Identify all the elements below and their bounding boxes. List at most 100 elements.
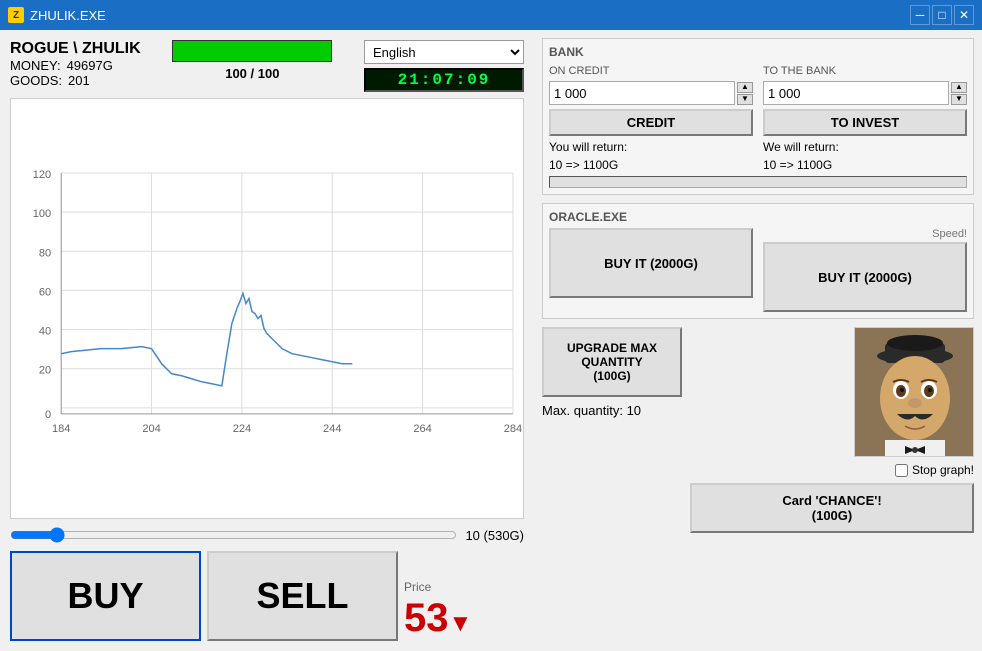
oracle-buy-button-2[interactable]: BUY IT (2000G) xyxy=(763,242,967,312)
you-return-label: You will return: xyxy=(549,140,753,154)
upgrade-label: UPGRADE MAXQUANTITY(100G) xyxy=(567,341,657,383)
max-qty-text: Max. quantity: 10 xyxy=(542,403,682,418)
price-arrow: ▼ xyxy=(449,610,473,637)
bank-section: BANK ON CREDIT ▲ ▼ CREDIT You will retur… xyxy=(542,38,974,195)
to-bank-label: TO THE BANK xyxy=(763,65,967,77)
svg-text:284: 284 xyxy=(504,423,522,435)
you-return-value: 10 => 1100G xyxy=(549,158,753,172)
svg-text:204: 204 xyxy=(142,423,160,435)
slider-value: 10 (530G) xyxy=(465,528,524,543)
on-credit-label: ON CREDIT xyxy=(549,65,753,77)
oracle-buy-button-1[interactable]: BUY IT (2000G) xyxy=(549,228,753,298)
health-text: 100 / 100 xyxy=(225,66,279,81)
invest-spin-down[interactable]: ▼ xyxy=(951,94,967,105)
app-icon: Z xyxy=(8,7,24,23)
maximize-button[interactable]: □ xyxy=(932,5,952,25)
lang-time-section: English Russian German 21:07:09 xyxy=(364,40,524,92)
price-value: 53▼ xyxy=(404,596,472,641)
we-return-value: 10 => 1100G xyxy=(763,158,967,172)
credit-column: ON CREDIT ▲ ▼ CREDIT You will return: 10… xyxy=(549,65,753,172)
chance-label: Card 'CHANCE'!(100G) xyxy=(782,493,881,523)
we-return-label: We will return: xyxy=(763,140,967,154)
chance-button[interactable]: Card 'CHANCE'!(100G) xyxy=(690,483,974,533)
credit-spin-up[interactable]: ▲ xyxy=(737,82,753,93)
max-qty-value: 10 xyxy=(627,403,641,418)
window-title: ZHULIK.EXE xyxy=(30,8,106,23)
goods-value: 201 xyxy=(68,73,90,88)
stop-graph-checkbox[interactable] xyxy=(895,464,908,477)
close-button[interactable]: ✕ xyxy=(954,5,974,25)
right-panel: BANK ON CREDIT ▲ ▼ CREDIT You will retur… xyxy=(534,30,982,651)
titlebar: Z ZHULIK.EXE ─ □ ✕ xyxy=(0,0,982,30)
language-select[interactable]: English Russian German xyxy=(364,40,524,64)
invest-spinners: ▲ ▼ xyxy=(951,82,967,105)
price-label: Price xyxy=(404,580,431,594)
upgrade-section: UPGRADE MAXQUANTITY(100G) Max. quantity:… xyxy=(542,327,682,643)
oracle-title: ORACLE.EXE xyxy=(549,210,967,224)
svg-text:40: 40 xyxy=(39,326,51,338)
svg-text:120: 120 xyxy=(33,169,51,181)
left-panel: ROGUE \ ZHULIK MONEY: 49697G GOODS: 201 … xyxy=(0,30,534,651)
oracle-col-1: BUY IT (2000G) xyxy=(549,228,753,312)
upgrade-button[interactable]: UPGRADE MAXQUANTITY(100G) xyxy=(542,327,682,397)
oracle-columns: BUY IT (2000G) Speed! BUY IT (2000G) xyxy=(549,228,967,312)
invest-input-row: ▲ ▼ xyxy=(763,81,967,105)
max-qty-label: Max. quantity: xyxy=(542,403,623,418)
money-label: MONEY: xyxy=(10,58,61,73)
quantity-slider[interactable] xyxy=(10,525,457,545)
price-section: Price 53▼ xyxy=(404,551,524,641)
buysell-row: BUY SELL Price 53▼ xyxy=(10,551,524,641)
svg-text:80: 80 xyxy=(39,247,51,259)
sell-button[interactable]: SELL xyxy=(207,551,398,641)
main-content: ROGUE \ ZHULIK MONEY: 49697G GOODS: 201 … xyxy=(0,30,982,651)
health-bar-fill xyxy=(173,41,331,61)
player-info: ROGUE \ ZHULIK MONEY: 49697G GOODS: 201 xyxy=(10,40,141,88)
oracle-col-2: Speed! BUY IT (2000G) xyxy=(763,228,967,312)
money-row: MONEY: 49697G xyxy=(10,58,141,73)
titlebar-left: Z ZHULIK.EXE xyxy=(8,7,106,23)
credit-button[interactable]: CREDIT xyxy=(549,109,753,136)
bank-columns: ON CREDIT ▲ ▼ CREDIT You will return: 10… xyxy=(549,65,967,172)
oracle-section: ORACLE.EXE BUY IT (2000G) Speed! BUY IT … xyxy=(542,203,974,319)
svg-text:60: 60 xyxy=(39,286,51,298)
invest-spin-up[interactable]: ▲ xyxy=(951,82,967,93)
goods-label: GOODS: xyxy=(10,73,62,88)
buy-button[interactable]: BUY xyxy=(10,551,201,641)
svg-text:244: 244 xyxy=(323,423,341,435)
svg-text:20: 20 xyxy=(39,365,51,377)
svg-text:224: 224 xyxy=(233,423,251,435)
chart-svg: 120 100 80 60 40 20 0 184 204 224 244 26… xyxy=(11,99,523,518)
portrait-svg xyxy=(855,328,974,457)
svg-text:0: 0 xyxy=(45,409,51,421)
stop-graph-label: Stop graph! xyxy=(912,463,974,477)
bottom-right: UPGRADE MAXQUANTITY(100G) Max. quantity:… xyxy=(542,327,974,643)
credit-spin-down[interactable]: ▼ xyxy=(737,94,753,105)
bank-title: BANK xyxy=(549,45,967,59)
stop-graph-row: Stop graph! xyxy=(895,463,974,477)
player-name: ROGUE \ ZHULIK xyxy=(10,40,141,58)
invest-column: TO THE BANK ▲ ▼ TO INVEST We will return… xyxy=(763,65,967,172)
credit-spinners: ▲ ▼ xyxy=(737,82,753,105)
time-display: 21:07:09 xyxy=(364,68,524,92)
character-portrait xyxy=(854,327,974,457)
price-number: 53 xyxy=(404,596,449,640)
info-row: ROGUE \ ZHULIK MONEY: 49697G GOODS: 201 … xyxy=(10,40,524,92)
window-controls: ─ □ ✕ xyxy=(910,5,974,25)
svg-text:264: 264 xyxy=(413,423,431,435)
health-section: 100 / 100 xyxy=(151,40,354,81)
credit-input[interactable] xyxy=(549,81,735,105)
svg-text:100: 100 xyxy=(33,208,51,220)
invest-button[interactable]: TO INVEST xyxy=(763,109,967,136)
money-value: 49697G xyxy=(67,58,113,73)
slider-row: 10 (530G) xyxy=(10,525,524,545)
minimize-button[interactable]: ─ xyxy=(910,5,930,25)
svg-text:184: 184 xyxy=(52,423,70,435)
invest-input[interactable] xyxy=(763,81,949,105)
bank-progress-bar xyxy=(549,176,967,188)
portrait-section: Stop graph! Card 'CHANCE'!(100G) xyxy=(690,327,974,643)
price-chart: 120 100 80 60 40 20 0 184 204 224 244 26… xyxy=(10,98,524,519)
oracle-speed-label: Speed! xyxy=(763,228,967,240)
goods-row: GOODS: 201 xyxy=(10,73,141,88)
credit-input-row: ▲ ▼ xyxy=(549,81,753,105)
health-bar xyxy=(172,40,332,62)
